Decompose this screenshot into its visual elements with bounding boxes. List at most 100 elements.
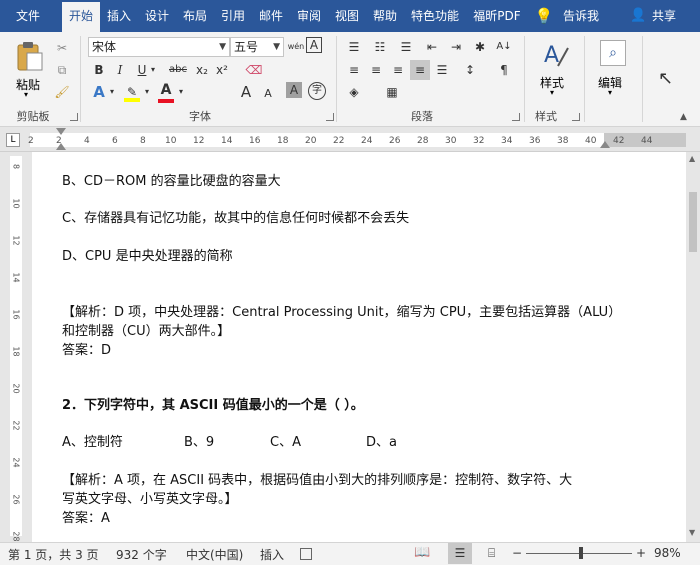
- explanation-line-2[interactable]: 和控制器（CU）两大部件。】: [62, 320, 230, 339]
- styles-button[interactable]: A 样式 ▾: [534, 38, 574, 100]
- bold-button[interactable]: B: [89, 60, 109, 80]
- horizontal-ruler[interactable]: L 2 2 4 6 8 10 12 14 16 18 20 22 24 26 28 30 32 34 36 38 40 4…: [0, 128, 700, 152]
- sort-icon[interactable]: A↓: [494, 37, 514, 57]
- line-spacing-icon[interactable]: ↕: [460, 60, 480, 80]
- scroll-up-icon[interactable]: ▲: [689, 154, 695, 163]
- paragraph-launcher-icon[interactable]: [512, 113, 520, 121]
- character-shading-icon[interactable]: A: [286, 82, 302, 98]
- vertical-scrollbar[interactable]: ▲ ▼: [686, 152, 700, 542]
- word-count[interactable]: 932 个字: [116, 546, 167, 563]
- ruler-tick-label: 2: [56, 136, 62, 146]
- tab-insert[interactable]: 插入: [102, 0, 136, 32]
- font-name-combo[interactable]: 宋体 ▼: [88, 37, 230, 57]
- option-c-line[interactable]: C、存储器具有记忆功能，故其中的信息任何时候都不会丢失: [62, 207, 409, 226]
- shrink-font-button[interactable]: A: [258, 84, 278, 104]
- q2-option-b[interactable]: B、9: [184, 431, 214, 450]
- clipboard-icon: [17, 42, 43, 71]
- clear-formatting-icon[interactable]: ⌫: [244, 60, 264, 80]
- font-color-button[interactable]: A: [156, 80, 176, 100]
- show-marks-icon[interactable]: ¶: [494, 60, 514, 80]
- editing-button[interactable]: ⌕ 编辑 ▾: [592, 38, 632, 100]
- page-count[interactable]: 第 1 页，共 3 页: [8, 546, 99, 563]
- tab-help[interactable]: 帮助: [368, 0, 402, 32]
- align-right-icon[interactable]: ≡: [388, 60, 408, 80]
- explanation-line-1[interactable]: 【解析：D 项，中央处理器：Central Processing Unit，缩写…: [62, 301, 621, 320]
- strikethrough-button[interactable]: abc: [166, 60, 190, 80]
- tab-features[interactable]: 特色功能: [406, 0, 464, 32]
- lightbulb-icon[interactable]: 💡: [534, 0, 554, 32]
- q2-option-a[interactable]: A、控制符: [62, 431, 123, 450]
- option-d-line[interactable]: D、CPU 是中央处理器的简称: [62, 245, 233, 264]
- superscript-button[interactable]: x²: [212, 60, 232, 80]
- clipboard-launcher-icon[interactable]: [70, 113, 78, 121]
- chevron-down-icon[interactable]: ▾: [107, 82, 117, 102]
- right-indent-marker[interactable]: [600, 141, 610, 148]
- decrease-indent-icon[interactable]: ⇤: [422, 37, 442, 57]
- web-layout-icon[interactable]: ⌸: [488, 546, 495, 561]
- collapse-ribbon-icon[interactable]: ▲: [680, 112, 687, 122]
- borders-icon[interactable]: ▦: [382, 82, 402, 102]
- chevron-down-icon[interactable]: ▾: [176, 82, 186, 102]
- font-launcher-icon[interactable]: [326, 113, 334, 121]
- justify-icon[interactable]: ≡: [410, 60, 430, 80]
- print-layout-icon[interactable]: ☰: [448, 543, 472, 564]
- chevron-down-icon[interactable]: ▾: [148, 60, 158, 80]
- cut-icon[interactable]: ✂: [52, 38, 72, 58]
- multilevel-list-icon[interactable]: ☰: [396, 37, 416, 57]
- distributed-icon[interactable]: ☰: [432, 60, 452, 80]
- increase-indent-icon[interactable]: ⇥: [446, 37, 466, 57]
- tab-design[interactable]: 设计: [140, 0, 174, 32]
- tab-review[interactable]: 审阅: [292, 0, 326, 32]
- document-page[interactable]: B、CD－ROM 的容量比硬盘的容量大 C、存储器具有记忆功能，故其中的信息任何…: [32, 152, 686, 543]
- tab-file[interactable]: 文件: [8, 0, 48, 32]
- format-painter-icon[interactable]: 🖌: [52, 82, 72, 102]
- q2-option-d[interactable]: D、a: [366, 431, 397, 450]
- copy-icon[interactable]: ⧉: [52, 60, 72, 80]
- answer-line[interactable]: 答案：D: [62, 339, 111, 358]
- q2-option-c[interactable]: C、A: [270, 431, 301, 450]
- tab-selector-icon[interactable]: L: [6, 133, 20, 147]
- tab-references[interactable]: 引用: [216, 0, 250, 32]
- scroll-down-icon[interactable]: ▼: [689, 528, 695, 537]
- styles-launcher-icon[interactable]: [572, 113, 580, 121]
- question-2-title[interactable]: 2．下列字符中，其 ASCII 码值最小的一个是（ ）。: [62, 394, 364, 413]
- italic-button[interactable]: I: [110, 60, 130, 80]
- chevron-down-icon[interactable]: ▾: [142, 82, 152, 102]
- enclose-characters-button[interactable]: 字: [308, 82, 326, 100]
- option-b-line[interactable]: B、CD－ROM 的容量比硬盘的容量大: [62, 170, 281, 189]
- font-size-combo[interactable]: 五号 ▼: [230, 37, 284, 57]
- numbering-icon[interactable]: ☷: [370, 37, 390, 57]
- chinese-layout-icon[interactable]: ✱: [470, 37, 490, 57]
- tab-home[interactable]: 开始: [62, 2, 100, 34]
- text-effects-icon[interactable]: A: [89, 82, 109, 102]
- q2-explanation-line-2[interactable]: 写英文字母、小写英文字母。】: [62, 488, 238, 507]
- read-mode-icon[interactable]: 📖: [414, 545, 430, 560]
- tab-mailings[interactable]: 邮件: [254, 0, 288, 32]
- share-button[interactable]: 共享: [648, 0, 680, 32]
- character-border-icon[interactable]: A: [306, 37, 322, 53]
- tab-layout[interactable]: 布局: [178, 0, 212, 32]
- phonetic-guide-icon[interactable]: wén: [286, 37, 306, 57]
- language-indicator[interactable]: 中文(中国): [186, 546, 243, 563]
- first-line-indent-marker[interactable]: [56, 128, 66, 135]
- tell-me-search[interactable]: 告诉我: [558, 0, 604, 32]
- bullets-icon[interactable]: ☰: [344, 37, 364, 57]
- scroll-thumb[interactable]: [689, 192, 697, 252]
- tab-view[interactable]: 视图: [330, 0, 364, 32]
- q2-explanation-line-1[interactable]: 【解析：A 项，在 ASCII 码表中，根据码值由小到大的排列顺序是：控制符、数…: [62, 469, 572, 488]
- grow-font-button[interactable]: A: [236, 82, 256, 102]
- align-center-icon[interactable]: ≡: [366, 60, 386, 80]
- macro-record-icon[interactable]: [300, 548, 312, 560]
- subscript-button[interactable]: x₂: [192, 60, 212, 80]
- shading-icon[interactable]: ◈: [344, 82, 364, 102]
- zoom-slider-thumb[interactable]: [579, 547, 583, 559]
- tab-foxit-pdf[interactable]: 福昕PDF: [468, 0, 526, 32]
- zoom-out-button[interactable]: −: [512, 546, 522, 560]
- q2-answer-line[interactable]: 答案：A: [62, 507, 110, 526]
- highlight-color-icon[interactable]: ✎: [122, 82, 142, 102]
- insert-mode[interactable]: 插入: [260, 546, 284, 563]
- zoom-level[interactable]: 98%: [654, 546, 681, 560]
- paste-button[interactable]: 粘贴 ▾: [10, 38, 50, 100]
- zoom-in-button[interactable]: +: [636, 546, 646, 560]
- align-left-icon[interactable]: ≡: [344, 60, 364, 80]
